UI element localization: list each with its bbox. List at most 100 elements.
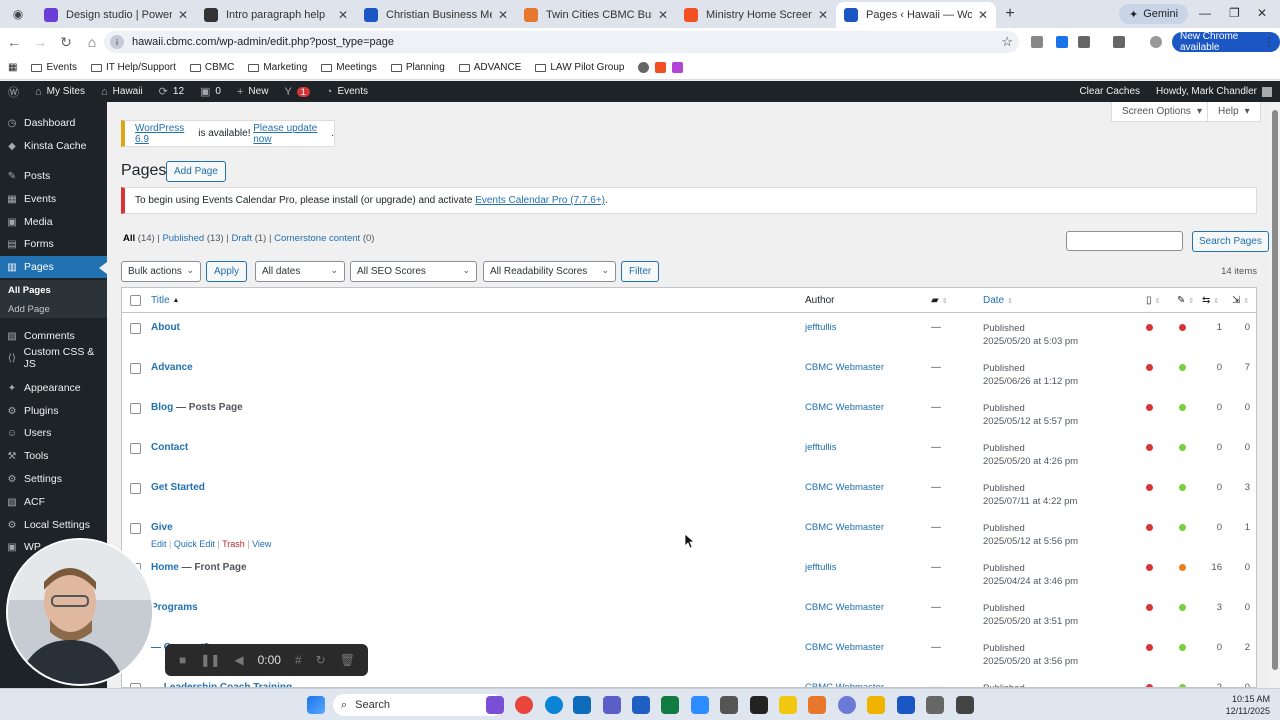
sidebar-item-comments[interactable]: ▨ Comments xyxy=(0,325,107,347)
maximize-button[interactable]: ❐ xyxy=(1229,6,1240,20)
bookmark-icon[interactable] xyxy=(638,62,650,73)
filter-button[interactable]: Filter xyxy=(621,261,660,282)
column-seo-score[interactable]: ▯ ⇕ xyxy=(1146,295,1160,306)
bookmark-star-icon[interactable]: ☆ xyxy=(1001,34,1013,50)
author-link[interactable]: CBMC Webmaster xyxy=(805,402,884,413)
home-button[interactable]: ⌂ xyxy=(80,30,104,54)
author-link[interactable]: CBMC Webmaster xyxy=(805,362,884,373)
gemini-button[interactable]: ✦ Gemini xyxy=(1119,4,1189,24)
sidebar-item-custom-css-js[interactable]: ⟨⟩ Custom CSS & JS xyxy=(0,346,107,370)
grid-icon[interactable]: # xyxy=(295,653,302,667)
sidebar-item-plugins[interactable]: ⚙ Plugins xyxy=(0,400,107,422)
row-checkbox[interactable] xyxy=(130,483,141,494)
sidebar-sub-add-page[interactable]: Add Page xyxy=(8,304,50,315)
column-outgoing-links[interactable]: ⇆ ⇕ xyxy=(1202,295,1219,306)
apply-button[interactable]: Apply xyxy=(206,261,248,282)
author-link[interactable]: CBMC Webmaster xyxy=(805,642,884,653)
author-link[interactable]: jefftullis xyxy=(805,562,837,573)
sidebar-item-posts[interactable]: ✎ Posts xyxy=(0,165,107,187)
close-tab-icon[interactable]: ✕ xyxy=(498,8,508,22)
browser-tab[interactable]: Design studio | Power Pages ✕ xyxy=(36,2,196,28)
copilot-icon[interactable] xyxy=(486,696,504,714)
bookmark-folder[interactable]: Meetings xyxy=(321,62,377,73)
close-tab-icon[interactable]: ✕ xyxy=(338,8,348,22)
sidebar-item-tools[interactable]: ⚒ Tools xyxy=(0,445,107,467)
app-icon[interactable] xyxy=(720,696,738,714)
page-scrollbar[interactable] xyxy=(1270,102,1280,688)
filter-all[interactable]: All xyxy=(123,233,135,244)
author-link[interactable]: jefftullis xyxy=(805,322,837,333)
teams-icon[interactable] xyxy=(603,696,621,714)
forward-button[interactable]: → xyxy=(28,30,52,54)
stop-icon[interactable]: ■ xyxy=(179,653,186,667)
sidebar-item-kinsta-cache[interactable]: ◆ Kinsta Cache xyxy=(0,135,107,157)
reload-button[interactable]: ↻ xyxy=(54,30,78,54)
sidebar-item-dashboard[interactable]: ◷ Dashboard xyxy=(0,112,107,134)
events-calendar-pro-link[interactable]: Events Calendar Pro (7.7.6+) xyxy=(475,195,605,206)
chrome-icon[interactable] xyxy=(515,696,533,714)
view-link[interactable]: View xyxy=(252,539,271,549)
extension-icon[interactable] xyxy=(1031,36,1043,48)
app-icon[interactable] xyxy=(750,696,768,714)
app-icon[interactable] xyxy=(808,696,826,714)
sidebar-item-media[interactable]: ▣ Media xyxy=(0,211,107,233)
readability-select[interactable]: All Readability Scores ⌄ xyxy=(483,261,616,282)
system-clock[interactable]: 10:15 AM 12/11/2025 xyxy=(1226,693,1270,717)
edge-icon[interactable] xyxy=(545,696,563,714)
scrollbar-thumb[interactable] xyxy=(1272,110,1278,670)
add-page-button[interactable]: Add Page xyxy=(166,161,226,182)
seo-score-select[interactable]: All SEO Scores ⌄ xyxy=(350,261,477,282)
column-title[interactable]: Title ▲ xyxy=(151,295,179,306)
new-content-menu[interactable]: + New xyxy=(229,81,276,102)
help-button[interactable]: Help ▾ xyxy=(1207,102,1261,122)
account-menu[interactable]: Howdy, Mark Chandler xyxy=(1148,81,1280,102)
sidebar-item-appearance[interactable]: ✦ Appearance xyxy=(0,377,107,399)
address-bar[interactable]: i hawaii.cbmc.com/wp-admin/edit.php?post… xyxy=(104,31,1019,53)
row-checkbox[interactable] xyxy=(130,523,141,534)
author-link[interactable]: CBMC Webmaster xyxy=(805,482,884,493)
browser-tab[interactable]: Ministry Home Screen (New) - ✕ xyxy=(676,2,836,28)
bulk-actions-select[interactable]: Bulk actions ⌄ xyxy=(121,261,201,282)
sidebar-item-pages[interactable]: ▥ Pages xyxy=(0,256,107,278)
bookmark-folder[interactable]: ADVANCE xyxy=(458,62,521,73)
yoast-menu[interactable]: Y1 xyxy=(276,81,317,102)
bookmark-folder[interactable]: Planning xyxy=(390,62,445,73)
page-title-link[interactable]: Contact xyxy=(151,442,188,453)
sidebar-item-forms[interactable]: ▤ Forms xyxy=(0,233,107,255)
bookmark-folder[interactable]: IT Help/Support xyxy=(91,62,176,73)
updates-menu[interactable]: ⟳ 12 xyxy=(151,81,192,102)
page-title-link[interactable]: Programs xyxy=(151,602,198,613)
sidebar-sub-all-pages[interactable]: All Pages xyxy=(8,285,51,296)
pause-icon[interactable]: ❚❚ xyxy=(200,653,220,667)
side-panel-icon[interactable] xyxy=(1113,36,1125,48)
taskbar-search[interactable]: ⌕ Search xyxy=(333,694,503,716)
page-title-link[interactable]: About xyxy=(151,322,180,333)
browser-tab[interactable]: Pages ‹ Hawaii — WordPre ✕ xyxy=(836,2,996,28)
my-sites-menu[interactable]: ⌂ My Sites xyxy=(27,81,93,102)
calculator-icon[interactable] xyxy=(956,696,974,714)
apps-grid-icon[interactable]: ▦ xyxy=(8,62,17,73)
file-explorer-icon[interactable] xyxy=(867,696,885,714)
sidebar-item-acf[interactable]: ▧ ACF xyxy=(0,491,107,513)
row-checkbox[interactable] xyxy=(130,323,141,334)
author-link[interactable]: CBMC Webmaster xyxy=(805,602,884,613)
close-tab-icon[interactable]: ✕ xyxy=(658,8,668,22)
search-pages-input[interactable] xyxy=(1066,231,1183,251)
row-checkbox[interactable] xyxy=(130,403,141,414)
app-icon[interactable] xyxy=(897,696,915,714)
browser-tab[interactable]: Intro paragraph help ✕ xyxy=(196,2,356,28)
select-all-checkbox[interactable] xyxy=(130,295,141,306)
row-checkbox[interactable] xyxy=(130,443,141,454)
bookmark-icon[interactable] xyxy=(672,62,684,73)
minimize-button[interactable]: — xyxy=(1199,6,1211,20)
sticky-notes-icon[interactable] xyxy=(779,696,797,714)
windows-start-icon[interactable] xyxy=(307,696,325,714)
bookmark-folder[interactable]: CBMC xyxy=(189,62,234,73)
search-pages-button[interactable]: Search Pages xyxy=(1192,231,1269,252)
new-tab-button[interactable]: + xyxy=(996,5,1024,23)
word-icon[interactable] xyxy=(632,696,650,714)
sidebar-item-settings[interactable]: ⚙ Settings xyxy=(0,468,107,490)
filter-cornerstone[interactable]: Cornerstone content xyxy=(274,233,360,244)
extensions-puzzle-icon[interactable] xyxy=(1078,36,1090,48)
wordpress-version-link[interactable]: WordPress 6.9 xyxy=(135,123,195,145)
